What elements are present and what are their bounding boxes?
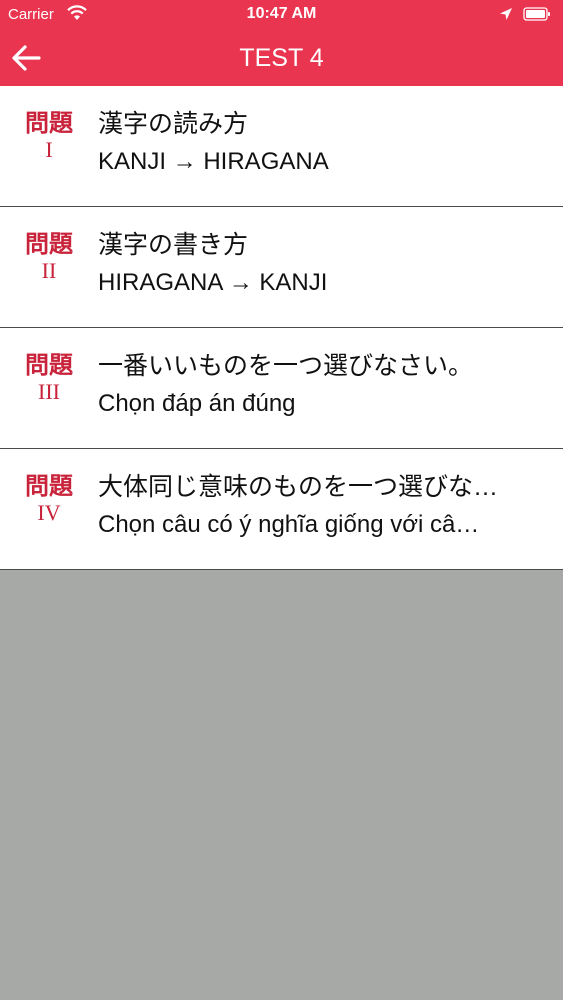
item-text: 大体同じ意味のものを一つ選びな… Chọn câu có ý nghĩa giố… xyxy=(98,469,548,545)
section-badge: 問題 IV xyxy=(14,471,84,525)
list-item-mondai-3[interactable]: 問題 III 一番いいものを一つ選びなさい。 Chọn đáp án đúng xyxy=(0,328,563,449)
page-title: TEST 4 xyxy=(239,44,324,72)
item-title: 漢字の書き方 xyxy=(98,231,249,259)
badge-number: II xyxy=(41,258,57,283)
list-item-mondai-4[interactable]: 問題 IV 大体同じ意味のものを一つ選びな… Chọn câu có ý ngh… xyxy=(0,449,563,570)
section-badge: 問題 II xyxy=(14,229,84,283)
item-subtitle: Chọn đáp án đúng xyxy=(98,390,296,417)
location-arrow-icon xyxy=(500,8,512,20)
item-subtitle: HIRAGANA → KANJI xyxy=(98,269,328,296)
item-title: 大体同じ意味のものを一つ選びな… xyxy=(98,473,499,501)
item-text: 一番いいものを一つ選びなさい。 Chọn đáp án đúng xyxy=(98,348,548,424)
badge-kanji: 問題 xyxy=(25,471,73,500)
badge-kanji: 問題 xyxy=(25,229,73,258)
item-text: 漢字の書き方 HIRAGANA → KANJI xyxy=(98,227,548,303)
status-time: 10:47 AM xyxy=(246,5,317,22)
list-item-mondai-1[interactable]: 問題 I 漢字の読み方 KANJI → HIRAGANA xyxy=(0,86,563,207)
badge-kanji: 問題 xyxy=(25,108,73,137)
badge-number: IV xyxy=(37,500,61,525)
list-item-mondai-2[interactable]: 問題 II 漢字の書き方 HIRAGANA → KANJI xyxy=(0,207,563,328)
badge-number: III xyxy=(38,379,60,404)
header: Carrier 10:47 AM TEST 4 xyxy=(0,0,563,86)
battery-icon xyxy=(523,7,550,21)
test-section-list: 問題 I 漢字の読み方 KANJI → HIRAGANA 問題 II 漢字の書き… xyxy=(0,86,563,570)
section-badge: 問題 III xyxy=(14,350,84,404)
badge-kanji: 問題 xyxy=(25,350,73,379)
section-badge: 問題 I xyxy=(14,108,84,162)
badge-number: I xyxy=(45,137,53,162)
item-title: 漢字の読み方 xyxy=(98,110,249,138)
item-title: 一番いいものを一つ選びなさい。 xyxy=(98,352,474,380)
nav-bar: TEST 4 xyxy=(0,30,563,86)
item-text: 漢字の読み方 KANJI → HIRAGANA xyxy=(98,106,548,182)
item-subtitle: KANJI → HIRAGANA xyxy=(98,148,329,175)
item-subtitle: Chọn câu có ý nghĩa giống với câ… xyxy=(98,511,480,538)
status-bar: Carrier 10:47 AM xyxy=(0,0,563,30)
